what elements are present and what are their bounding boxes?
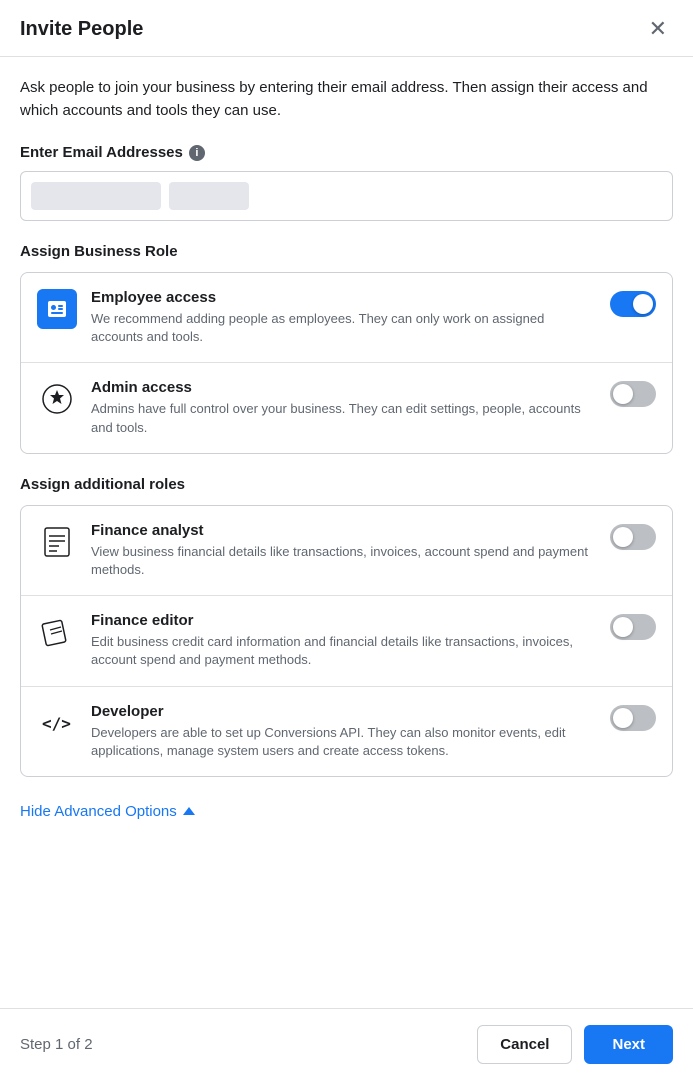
finance-editor-info: Finance editor Edit business credit card… bbox=[91, 612, 596, 669]
finance-editor-desc: Edit business credit card information an… bbox=[91, 633, 596, 669]
finance-analyst-name: Finance analyst bbox=[91, 522, 596, 539]
admin-role-name: Admin access bbox=[91, 379, 596, 396]
finance-analyst-toggle[interactable] bbox=[610, 524, 656, 550]
close-button[interactable]: ✕ bbox=[643, 16, 673, 42]
admin-icon bbox=[37, 379, 77, 419]
developer-icon: </> bbox=[37, 703, 77, 743]
cancel-button[interactable]: Cancel bbox=[477, 1025, 572, 1064]
finance-analyst-toggle-thumb bbox=[613, 527, 633, 547]
hide-advanced-label: Hide Advanced Options bbox=[20, 803, 177, 820]
business-role-card: Employee access We recommend adding peop… bbox=[20, 272, 673, 454]
finance-analyst-icon bbox=[37, 522, 77, 562]
developer-info: Developer Developers are able to set up … bbox=[91, 703, 596, 760]
email-tag-placeholder-2 bbox=[169, 182, 249, 210]
developer-desc: Developers are able to set up Conversion… bbox=[91, 724, 596, 760]
admin-role-info: Admin access Admins have full control ov… bbox=[91, 379, 596, 436]
finance-editor-item: Finance editor Edit business credit card… bbox=[21, 595, 672, 685]
modal-body: Ask people to join your business by ente… bbox=[0, 57, 693, 1008]
intro-text: Ask people to join your business by ente… bbox=[20, 77, 673, 122]
finance-editor-toggle[interactable] bbox=[610, 614, 656, 640]
email-tag-placeholder-1 bbox=[31, 182, 161, 210]
email-section-label: Enter Email Addresses i bbox=[20, 144, 673, 161]
step-label: Step 1 of 2 bbox=[20, 1036, 93, 1053]
email-input-area[interactable] bbox=[20, 171, 673, 221]
additional-roles-title: Assign additional roles bbox=[20, 476, 673, 493]
employee-toggle-thumb bbox=[633, 294, 653, 314]
additional-roles-card: Finance analyst View business financial … bbox=[20, 505, 673, 777]
employee-toggle[interactable] bbox=[610, 291, 656, 317]
finance-analyst-info: Finance analyst View business financial … bbox=[91, 522, 596, 579]
next-button[interactable]: Next bbox=[584, 1025, 673, 1064]
employee-role-item: Employee access We recommend adding peop… bbox=[21, 273, 672, 362]
developer-toggle-track bbox=[610, 705, 656, 731]
info-icon[interactable]: i bbox=[189, 145, 205, 161]
admin-toggle-thumb bbox=[613, 384, 633, 404]
finance-analyst-toggle-track bbox=[610, 524, 656, 550]
modal-header: Invite People ✕ bbox=[0, 0, 693, 57]
chevron-up-icon bbox=[183, 807, 195, 815]
hide-advanced-options-link[interactable]: Hide Advanced Options bbox=[20, 803, 195, 820]
admin-role-desc: Admins have full control over your busin… bbox=[91, 400, 596, 436]
employee-role-name: Employee access bbox=[91, 289, 596, 306]
developer-toggle[interactable] bbox=[610, 705, 656, 731]
finance-editor-toggle-thumb bbox=[613, 617, 633, 637]
admin-toggle[interactable] bbox=[610, 381, 656, 407]
admin-role-item: Admin access Admins have full control ov… bbox=[21, 362, 672, 452]
modal-footer: Step 1 of 2 Cancel Next bbox=[0, 1008, 693, 1080]
svg-text:</>: </> bbox=[42, 714, 71, 733]
developer-item: </> Developer Developers are able to set… bbox=[21, 686, 672, 776]
developer-toggle-thumb bbox=[613, 708, 633, 728]
modal-title: Invite People bbox=[20, 18, 143, 41]
invite-people-modal: Invite People ✕ Ask people to join your … bbox=[0, 0, 693, 1080]
finance-editor-name: Finance editor bbox=[91, 612, 596, 629]
finance-editor-icon bbox=[37, 612, 77, 652]
employee-icon bbox=[37, 289, 77, 329]
footer-actions: Cancel Next bbox=[477, 1025, 673, 1064]
finance-analyst-item: Finance analyst View business financial … bbox=[21, 506, 672, 595]
close-icon: ✕ bbox=[649, 16, 667, 41]
finance-editor-toggle-track bbox=[610, 614, 656, 640]
finance-analyst-desc: View business financial details like tra… bbox=[91, 543, 596, 579]
employee-role-desc: We recommend adding people as employees.… bbox=[91, 310, 596, 346]
employee-role-info: Employee access We recommend adding peop… bbox=[91, 289, 596, 346]
developer-name: Developer bbox=[91, 703, 596, 720]
business-role-title: Assign Business Role bbox=[20, 243, 673, 260]
admin-toggle-track bbox=[610, 381, 656, 407]
employee-toggle-track bbox=[610, 291, 656, 317]
